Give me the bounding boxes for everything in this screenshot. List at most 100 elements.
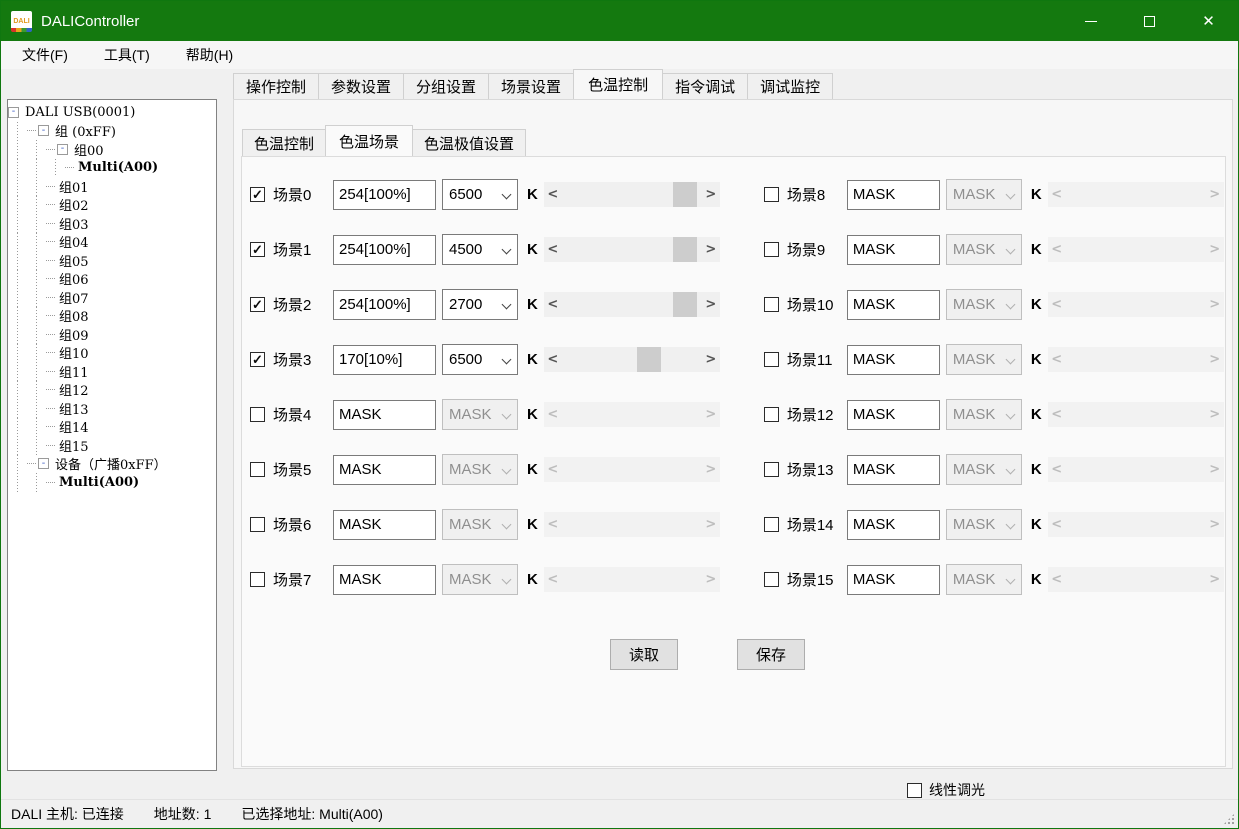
tab-scene-settings[interactable]: 场景设置 [488, 73, 574, 99]
tab-parameter-settings[interactable]: 参数设置 [318, 73, 404, 99]
close-button[interactable]: ✕ [1179, 1, 1238, 41]
tree-item-10[interactable]: 组07 [8, 288, 216, 307]
scene-6-checkbox[interactable] [250, 517, 265, 532]
scene-0-cct-select[interactable]: 6500 [442, 179, 518, 210]
tab-grouping-settings[interactable]: 分组设置 [403, 73, 489, 99]
scene-1-checkbox[interactable]: ✓ [250, 242, 265, 257]
scene-14-level-input[interactable] [847, 510, 940, 540]
tree-item-2[interactable]: -组00 [8, 140, 216, 159]
tree-item-9[interactable]: 组06 [8, 270, 216, 289]
subtab-cct-limit-settings[interactable]: 色温极值设置 [412, 129, 526, 156]
tree-item-4[interactable]: 组01 [8, 177, 216, 196]
scrollbar-track[interactable] [562, 182, 702, 207]
tree-collapse-icon[interactable]: - [8, 107, 19, 118]
scene-9-checkbox[interactable] [764, 242, 779, 257]
maximize-button[interactable] [1120, 1, 1179, 41]
scene-12-level-input[interactable] [847, 400, 940, 430]
subtab-cct-scene[interactable]: 色温场景 [325, 125, 413, 156]
save-button[interactable]: 保存 [737, 639, 805, 670]
read-button[interactable]: 读取 [610, 639, 678, 670]
menu-item-tools[interactable]: 工具(T) [93, 42, 161, 68]
scrollbar-track[interactable] [562, 237, 702, 262]
menu-item-file[interactable]: 文件(F) [11, 42, 79, 68]
scene-1-cct-select[interactable]: 4500 [442, 234, 518, 265]
tree-item-13[interactable]: 组10 [8, 344, 216, 363]
scene-13-level-input[interactable] [847, 455, 940, 485]
subtab-cct-control[interactable]: 色温控制 [242, 129, 326, 156]
scene-14-checkbox[interactable] [764, 517, 779, 532]
tree-item-3[interactable]: Multi(A00) [8, 159, 216, 178]
scene-0-checkbox[interactable]: ✓ [250, 187, 265, 202]
scene-2-level-scrollbar[interactable]: <> [544, 292, 720, 317]
scene-10-checkbox[interactable] [764, 297, 779, 312]
scene-3-checkbox[interactable]: ✓ [250, 352, 265, 367]
scene-15-level-input[interactable] [847, 565, 940, 595]
tree-item-6[interactable]: 组03 [8, 214, 216, 233]
tree-item-5[interactable]: 组02 [8, 196, 216, 215]
linear-dimming-checkbox[interactable] [907, 783, 922, 798]
scene-5-checkbox[interactable] [250, 462, 265, 477]
minimize-button[interactable] [1061, 1, 1120, 41]
tree-item-8[interactable]: 组05 [8, 251, 216, 270]
scrollbar-thumb[interactable] [673, 237, 697, 262]
scene-3-level-input[interactable] [333, 345, 436, 375]
scene-8-checkbox[interactable] [764, 187, 779, 202]
tab-command-debug[interactable]: 指令调试 [662, 73, 748, 99]
tree-item-0[interactable]: -DALI USB(0001) [8, 103, 216, 122]
scene-7-checkbox[interactable] [250, 572, 265, 587]
tree-item-14[interactable]: 组11 [8, 362, 216, 381]
tab-debug-monitor[interactable]: 调试监控 [747, 73, 833, 99]
scene-5-level-input[interactable] [333, 455, 436, 485]
menu-item-help[interactable]: 帮助(H) [175, 42, 244, 68]
scene-2-cct-select[interactable]: 2700 [442, 289, 518, 320]
tree-item-18[interactable]: 组15 [8, 436, 216, 455]
scrollbar-thumb[interactable] [673, 182, 697, 207]
scroll-right-arrow-icon[interactable]: > [702, 347, 720, 372]
resize-grip-icon[interactable] [1223, 813, 1235, 825]
tree-item-19[interactable]: -设备（广播0xFF） [8, 455, 216, 474]
tree-item-15[interactable]: 组12 [8, 381, 216, 400]
tree-item-16[interactable]: 组13 [8, 399, 216, 418]
scene-6-level-input[interactable] [333, 510, 436, 540]
tree-collapse-icon[interactable]: - [57, 144, 68, 155]
scroll-right-arrow-icon[interactable]: > [702, 182, 720, 207]
tree-collapse-icon[interactable]: - [38, 125, 49, 136]
tree-item-1[interactable]: -组 (0xFF) [8, 122, 216, 141]
scroll-left-arrow-icon[interactable]: < [544, 292, 562, 317]
scene-12-checkbox[interactable] [764, 407, 779, 422]
scene-2-level-input[interactable] [333, 290, 436, 320]
scene-3-level-scrollbar[interactable]: <> [544, 347, 720, 372]
scene-3-cct-select[interactable]: 6500 [442, 344, 518, 375]
scrollbar-thumb[interactable] [637, 347, 661, 372]
scene-13-checkbox[interactable] [764, 462, 779, 477]
tree-item-17[interactable]: 组14 [8, 418, 216, 437]
scene-15-checkbox[interactable] [764, 572, 779, 587]
tab-cct-control[interactable]: 色温控制 [573, 69, 663, 99]
scroll-right-arrow-icon[interactable]: > [702, 237, 720, 262]
scene-4-level-input[interactable] [333, 400, 436, 430]
scene-2-checkbox[interactable]: ✓ [250, 297, 265, 312]
scene-0-level-input[interactable] [333, 180, 436, 210]
scene-10-level-input[interactable] [847, 290, 940, 320]
scene-1-level-input[interactable] [333, 235, 436, 265]
scene-4-checkbox[interactable] [250, 407, 265, 422]
scene-11-level-input[interactable] [847, 345, 940, 375]
scrollbar-thumb[interactable] [673, 292, 697, 317]
scene-1-level-scrollbar[interactable]: <> [544, 237, 720, 262]
scroll-left-arrow-icon[interactable]: < [544, 237, 562, 262]
scene-9-level-input[interactable] [847, 235, 940, 265]
scrollbar-track[interactable] [562, 347, 702, 372]
scroll-left-arrow-icon[interactable]: < [544, 182, 562, 207]
scroll-right-arrow-icon[interactable]: > [702, 292, 720, 317]
scene-8-level-input[interactable] [847, 180, 940, 210]
tree-item-7[interactable]: 组04 [8, 233, 216, 252]
scene-11-checkbox[interactable] [764, 352, 779, 367]
tree-item-11[interactable]: 组08 [8, 307, 216, 326]
scene-0-level-scrollbar[interactable]: <> [544, 182, 720, 207]
scrollbar-track[interactable] [562, 292, 702, 317]
tab-operation-control[interactable]: 操作控制 [233, 73, 319, 99]
tree-item-20[interactable]: Multi(A00) [8, 473, 216, 492]
tree-item-12[interactable]: 组09 [8, 325, 216, 344]
scroll-left-arrow-icon[interactable]: < [544, 347, 562, 372]
tree-collapse-icon[interactable]: - [38, 458, 49, 469]
